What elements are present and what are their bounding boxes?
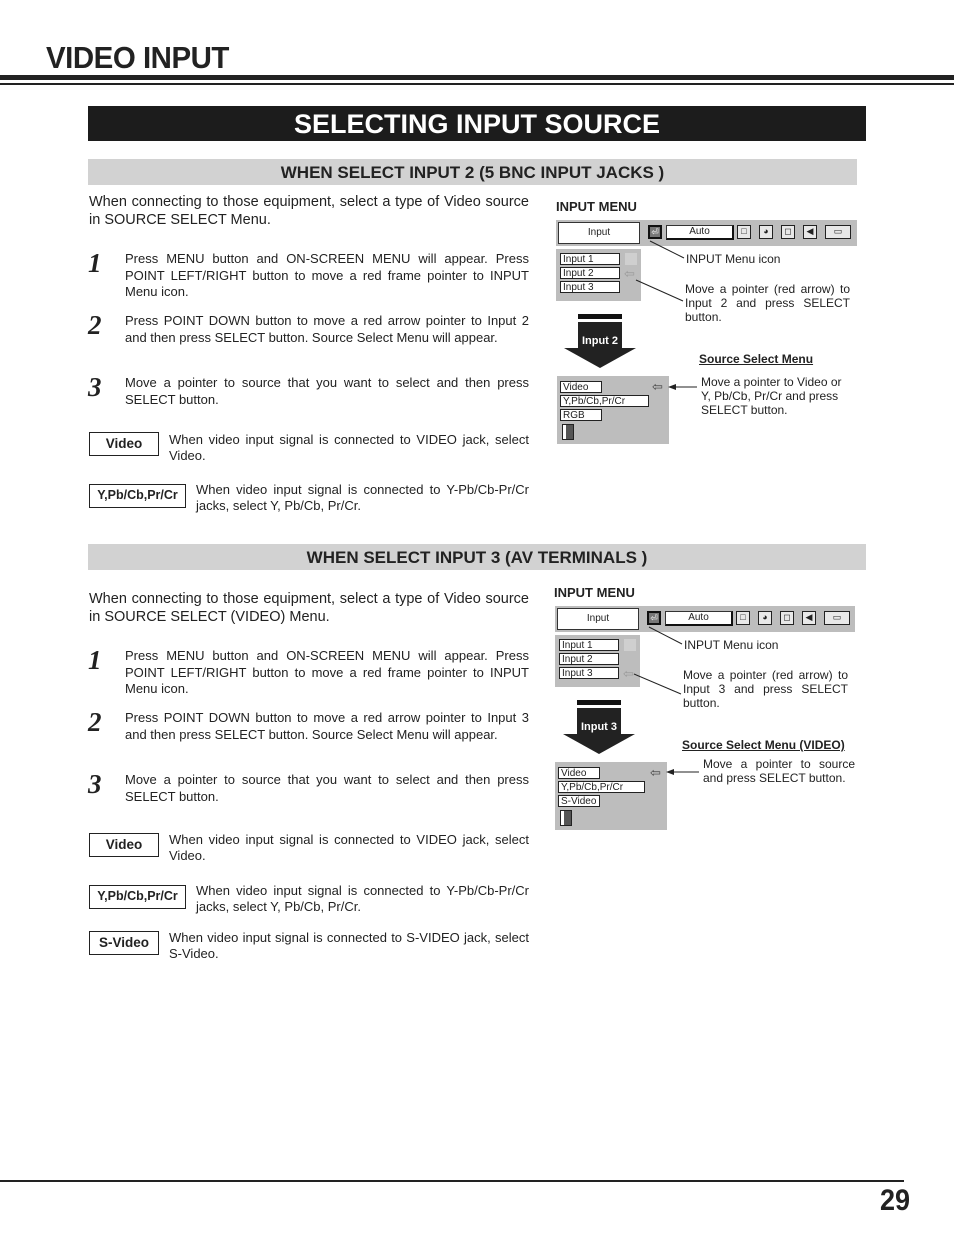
step-number: 1: [88, 248, 102, 278]
page-title: VIDEO INPUT: [46, 40, 229, 75]
step-text: Press MENU button and ON-SCREEN MENU wil…: [125, 251, 529, 299]
section2-heading: WHEN SELECT INPUT 3 (AV TERMINALS ): [88, 544, 866, 570]
input-list-item[interactable]: Input 2: [560, 267, 620, 279]
source-list-item[interactable]: Video: [560, 381, 602, 393]
pointer-arrow-icon: ⇦: [624, 266, 635, 281]
step-text: Move a pointer to source that you want t…: [125, 375, 529, 407]
step-number: 2: [88, 707, 102, 737]
input-list-item[interactable]: Input 3: [559, 667, 619, 679]
source-list-item[interactable]: Y,Pb/Cb,Pr/Cr: [560, 395, 649, 407]
down-arrow-icon: [564, 348, 636, 368]
source-list-panel: Video Y,Pb/Cb,Pr/Cr RGB ⇦: [557, 376, 669, 444]
osd-auto-field: Auto: [665, 611, 733, 626]
option-video-label: Video: [89, 432, 159, 456]
section-banner: SELECTING INPUT SOURCE: [88, 106, 866, 141]
osd-input-title: Input: [557, 608, 639, 630]
option-ypbpr-label: Y,Pb/Cb,Pr/Cr: [89, 885, 186, 909]
source-select-menu-title: Source Select Menu: [699, 352, 814, 366]
pointer-arrow-icon: ⇦: [652, 379, 663, 394]
exit-icon[interactable]: [562, 424, 574, 440]
step-number: 2: [88, 310, 102, 340]
step-number: 3: [88, 372, 102, 402]
source-list-panel: Video Y,Pb/Cb,Pr/Cr S-Video ⇦: [555, 762, 667, 830]
caption-pointer: Move a pointer (red arrow) to Input 2 an…: [685, 282, 850, 324]
input-menu-label: INPUT MENU: [556, 199, 637, 214]
screen-menu-icon[interactable]: □: [736, 611, 750, 625]
step-number: 3: [88, 769, 102, 799]
input-menu-label: INPUT MENU: [554, 585, 635, 600]
lamp-menu-icon[interactable]: ▭: [824, 611, 850, 625]
setting-menu-icon[interactable]: ◻: [780, 611, 794, 625]
color-menu-icon[interactable]: ◕: [759, 225, 773, 239]
pointer-arrow-icon: ⇦: [650, 765, 661, 780]
input-menu-icon[interactable]: ⏎: [648, 225, 662, 239]
step-text: Press MENU button and ON-SCREEN MENU wil…: [125, 648, 529, 696]
exit-icon[interactable]: [560, 810, 572, 826]
leader-line: [633, 673, 682, 695]
option-svideo-desc: When video input signal is connected to …: [169, 930, 529, 961]
option-video-desc: When video input signal is connected to …: [169, 832, 529, 863]
section1-intro: When connecting to those equipment, sele…: [89, 194, 529, 228]
input-list-panel: Input 1 Input 2 Input 3 ⇦: [555, 635, 640, 687]
leader-arrowhead: [668, 384, 676, 390]
caption-source: Move a pointer to source and press SELEC…: [703, 757, 855, 785]
step-text: Press POINT DOWN button to move a red ar…: [125, 710, 529, 742]
arrow-bar: [578, 314, 622, 319]
sound-menu-icon[interactable]: ◀: [803, 225, 817, 239]
option-video-label: Video: [89, 833, 159, 857]
caption-source: Move a pointer to Video or Y, Pb/Cb, Pr/…: [701, 375, 842, 417]
source-list-item[interactable]: RGB: [560, 409, 602, 421]
option-svideo-label: S-Video: [89, 931, 159, 955]
input-list-item[interactable]: Input 1: [560, 253, 620, 265]
section2-intro: When connecting to those equipment, sele…: [89, 591, 529, 625]
down-arrow-icon: [563, 734, 635, 754]
osd-menu-bar: Input ⏎ Auto □ ◕ ◻ ◀ ▭: [555, 606, 855, 632]
scroll-indicator: [624, 639, 636, 651]
input-list-item[interactable]: Input 2: [559, 653, 619, 665]
step-text: Press POINT DOWN button to move a red ar…: [125, 313, 529, 345]
source-select-menu-title: Source Select Menu (VIDEO): [682, 738, 845, 752]
arrow-bar: [577, 700, 621, 705]
leader-arrowhead: [666, 769, 674, 775]
footer-rule: [0, 1180, 904, 1182]
osd-input-title: Input: [558, 222, 640, 244]
pointer-arrow-icon: ⇦: [623, 666, 634, 681]
input-list-panel: Input 1 Input 2 Input 3 ⇦: [556, 249, 641, 301]
source-list-item[interactable]: Video: [558, 767, 600, 779]
step-number: 1: [88, 645, 102, 675]
input-list-item[interactable]: Input 3: [560, 281, 620, 293]
section1-heading: WHEN SELECT INPUT 2 (5 BNC INPUT JACKS ): [88, 159, 857, 185]
scroll-indicator: [625, 253, 637, 265]
header-rule-thick: [0, 75, 954, 80]
option-video-desc: When video input signal is connected to …: [169, 432, 529, 463]
arrow-label: Input 2: [578, 322, 622, 348]
osd-menu-bar: Input ⏎ Auto □ ◕ ◻ ◀ ▭: [556, 220, 857, 246]
leader-line: [635, 279, 684, 302]
osd-auto-field: Auto: [666, 225, 734, 240]
step-text: Move a pointer to source that you want t…: [125, 772, 529, 804]
screen-menu-icon[interactable]: □: [737, 225, 751, 239]
sound-menu-icon[interactable]: ◀: [802, 611, 816, 625]
color-menu-icon[interactable]: ◕: [758, 611, 772, 625]
caption-input-menu-icon: INPUT Menu icon: [686, 252, 781, 266]
option-ypbpr-label: Y,Pb/Cb,Pr/Cr: [89, 484, 186, 508]
option-ypbpr-desc: When video input signal is connected to …: [196, 883, 529, 914]
caption-input-menu-icon: INPUT Menu icon: [684, 638, 779, 652]
caption-pointer: Move a pointer (red arrow) to Input 3 an…: [683, 668, 848, 710]
arrow-label: Input 3: [577, 708, 621, 734]
setting-menu-icon[interactable]: ◻: [781, 225, 795, 239]
source-list-item[interactable]: Y,Pb/Cb,Pr/Cr: [558, 781, 645, 793]
option-ypbpr-desc: When video input signal is connected to …: [196, 482, 529, 513]
source-list-item[interactable]: S-Video: [558, 795, 600, 807]
input-menu-icon[interactable]: ⏎: [647, 611, 661, 625]
header-rule-thin: [0, 83, 954, 85]
page-number: 29: [880, 1184, 911, 1217]
lamp-menu-icon[interactable]: ▭: [825, 225, 851, 239]
input-list-item[interactable]: Input 1: [559, 639, 619, 651]
